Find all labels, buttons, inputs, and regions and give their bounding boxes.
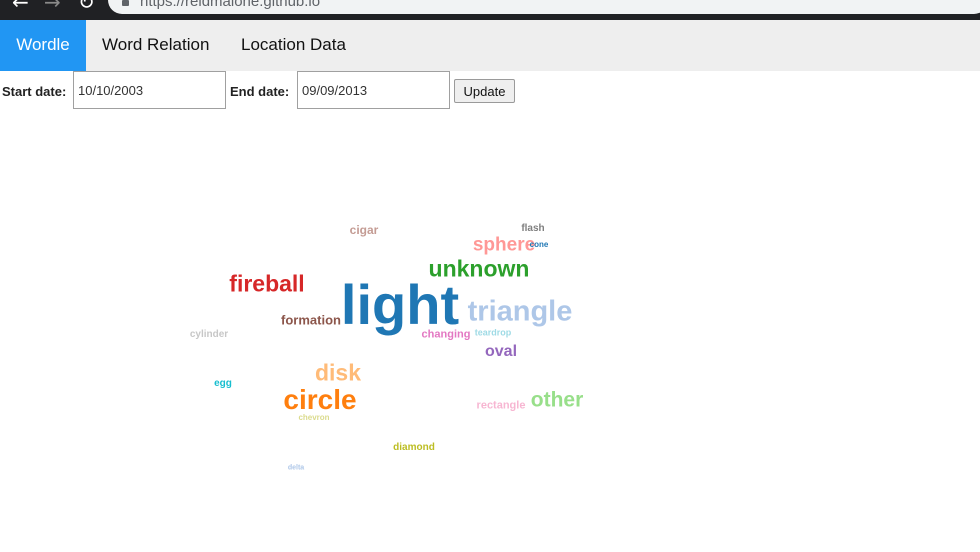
tab-location-data[interactable]: Location Data xyxy=(225,20,362,71)
word-cloud-word: other xyxy=(530,388,584,412)
word-cloud-word: disk xyxy=(314,359,362,386)
end-date-label: End date: xyxy=(230,84,290,99)
reload-icon[interactable]: ↻ xyxy=(78,0,95,12)
tab-word-relation[interactable]: Word Relation xyxy=(86,20,225,71)
word-cloud-word: light xyxy=(340,273,460,336)
word-cloud-word: chevron xyxy=(298,413,330,422)
word-cloud-word: sphere xyxy=(472,234,536,256)
word-cloud-word: flash xyxy=(521,223,545,234)
address-bar-url[interactable]: https://reidmalone.github.io xyxy=(140,0,320,10)
start-date-input[interactable] xyxy=(73,71,226,109)
date-range-controls: Start date: End date: Update xyxy=(0,71,980,111)
lock-icon xyxy=(122,0,129,6)
word-cloud-word: cone xyxy=(529,240,549,249)
tab-wordle[interactable]: Wordle xyxy=(0,20,86,71)
end-date-input[interactable] xyxy=(297,71,450,109)
word-cloud-word: fireball xyxy=(229,270,305,297)
word-cloud-word: triangle xyxy=(467,295,573,328)
address-bar[interactable]: https://reidmalone.github.io xyxy=(108,0,980,14)
word-cloud-word: rectangle xyxy=(476,399,526,412)
word-cloud-word: oval xyxy=(484,343,518,360)
word-cloud-word: cylinder xyxy=(189,329,229,340)
forward-arrow-icon[interactable]: → xyxy=(44,0,61,12)
word-cloud-word: cigar xyxy=(349,223,379,237)
word-cloud-word: circle xyxy=(283,384,357,415)
word-cloud-word: unknown xyxy=(428,255,530,282)
word-cloud: light triangle unknown fireball circle d… xyxy=(0,111,980,552)
word-cloud-word: formation xyxy=(281,312,341,328)
browser-toolbar: ← → ↻ https://reidmalone.github.io xyxy=(0,0,980,20)
word-cloud-word: diamond xyxy=(393,442,435,453)
word-cloud-word: changing xyxy=(421,328,471,341)
word-cloud-word: egg xyxy=(214,378,232,389)
back-arrow-icon[interactable]: ← xyxy=(12,0,29,12)
word-cloud-word: delta xyxy=(287,464,305,472)
start-date-label: Start date: xyxy=(2,84,67,99)
top-navigation: Wordle Word Relation Location Data xyxy=(0,20,980,71)
update-button[interactable]: Update xyxy=(454,79,515,103)
word-cloud-word: teardrop xyxy=(474,327,512,338)
